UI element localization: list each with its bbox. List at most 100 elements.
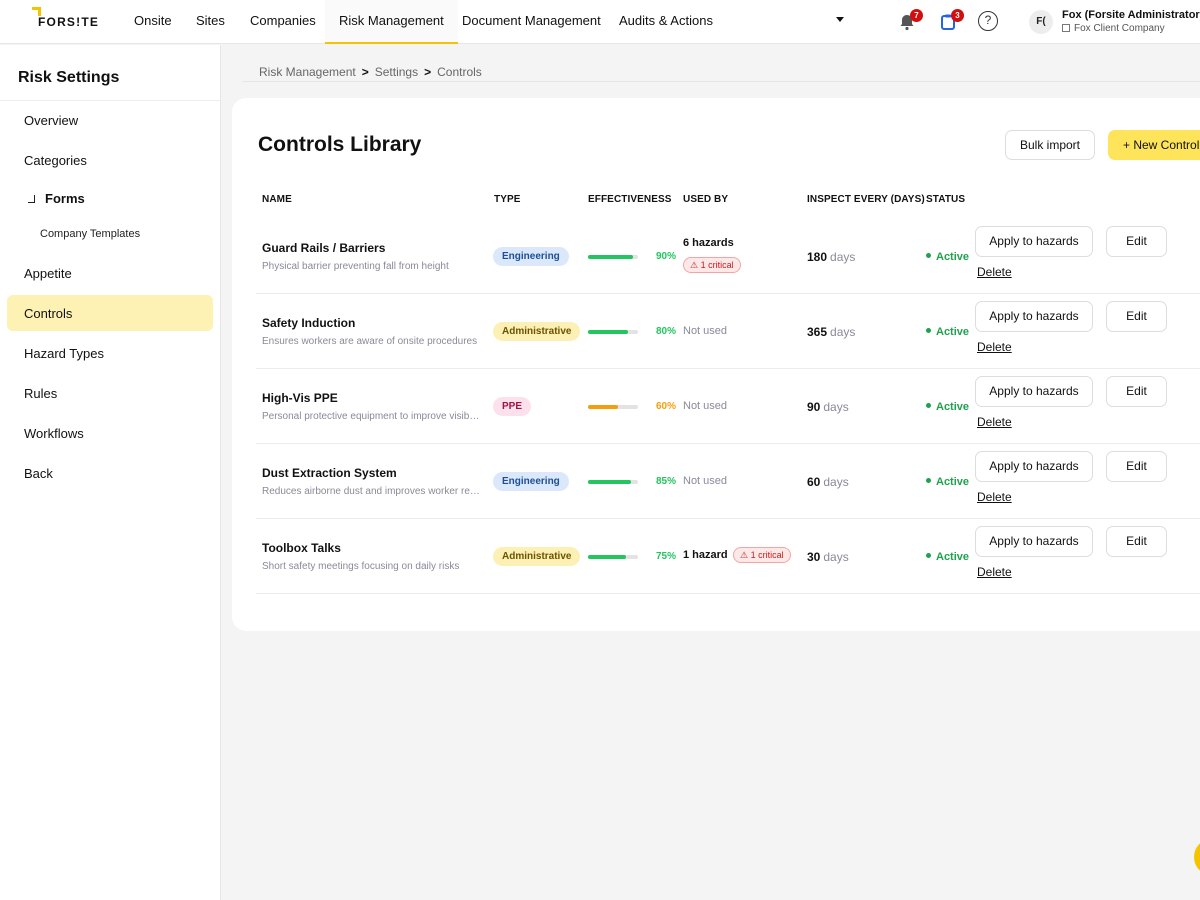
used-by-hazards-link[interactable]: 6 hazards xyxy=(683,237,734,249)
sidebar-item-forms[interactable]: Forms xyxy=(24,191,85,206)
status-dot-icon xyxy=(926,403,931,408)
apply-to-hazards-button[interactable]: Apply to hazards xyxy=(975,226,1093,257)
tree-branch-icon xyxy=(28,195,35,203)
top-nav: FORS!TE Onsite Sites Companies Risk Mana… xyxy=(0,0,1200,44)
apply-to-hazards-button[interactable]: Apply to hazards xyxy=(975,526,1093,557)
used-by-hazards-link[interactable]: 1 hazard xyxy=(683,549,728,561)
column-header-used-by[interactable]: USED BY xyxy=(683,194,728,205)
edit-button[interactable]: Edit xyxy=(1106,301,1167,332)
column-header-status[interactable]: STATUS xyxy=(926,194,965,205)
user-name[interactable]: Fox (Forsite Administrator) xyxy=(1062,9,1200,21)
control-description: Short safety meetings focusing on daily … xyxy=(262,561,460,572)
sidebar-item-back[interactable]: Back xyxy=(24,466,53,481)
control-name[interactable]: High-Vis PPE xyxy=(262,391,338,405)
nav-companies[interactable]: Companies xyxy=(250,0,316,44)
critical-badge: ⚠ 1 critical xyxy=(683,257,741,273)
delete-link[interactable]: Delete xyxy=(977,415,1012,429)
inspect-days: 365 days xyxy=(807,325,855,339)
site-dropdown-chevron-icon[interactable] xyxy=(836,17,844,22)
type-badge: Administrative xyxy=(493,322,581,341)
effectiveness-percent: 85% xyxy=(655,476,676,487)
critical-badge: ⚠ 1 critical xyxy=(733,547,791,563)
tasks-clipboard-icon[interactable]: 3 xyxy=(938,9,964,32)
type-badge: Engineering xyxy=(493,247,569,266)
delete-link[interactable]: Delete xyxy=(977,565,1012,579)
forsite-logo[interactable]: FORS!TE xyxy=(32,7,100,29)
logo-text: FORS!TE xyxy=(38,15,100,29)
warning-icon: ⚠ xyxy=(690,260,701,270)
nav-risk-management[interactable]: Risk Management xyxy=(325,0,458,44)
sidebar-item-workflows[interactable]: Workflows xyxy=(24,426,84,441)
control-description: Physical barrier preventing fall from he… xyxy=(262,261,449,272)
used-by-value: Not used xyxy=(683,325,728,337)
effectiveness-bar-fill xyxy=(588,405,618,409)
nav-onsite[interactable]: Onsite xyxy=(134,0,172,44)
effectiveness-percent: 90% xyxy=(655,251,676,262)
nav-audits-actions[interactable]: Audits & Actions xyxy=(619,0,713,44)
apply-to-hazards-button[interactable]: Apply to hazards xyxy=(975,376,1093,407)
column-header-effectiveness[interactable]: EFFECTIVENESS xyxy=(588,194,672,205)
sidebar-item-forms-label: Forms xyxy=(45,191,85,206)
edit-button[interactable]: Edit xyxy=(1106,226,1167,257)
help-chat-launcher-icon[interactable] xyxy=(1194,840,1200,874)
breadcrumb-settings[interactable]: Settings xyxy=(375,65,418,79)
edit-button[interactable]: Edit xyxy=(1106,451,1167,482)
effectiveness-bar xyxy=(588,405,638,409)
apply-to-hazards-button[interactable]: Apply to hazards xyxy=(975,301,1093,332)
notifications-bell-icon[interactable]: 7 xyxy=(897,9,923,32)
delete-link[interactable]: Delete xyxy=(977,265,1012,279)
sidebar-item-company-templates[interactable]: Company Templates xyxy=(40,228,140,240)
avatar[interactable]: F( xyxy=(1029,10,1053,34)
apply-to-hazards-button[interactable]: Apply to hazards xyxy=(975,451,1093,482)
company-home-icon xyxy=(1062,24,1070,32)
inspect-days: 30 days xyxy=(807,550,849,564)
control-name[interactable]: Toolbox Talks xyxy=(262,541,341,555)
inspect-days-value: 30 xyxy=(807,550,821,564)
sidebar-item-hazard-types[interactable]: Hazard Types xyxy=(24,346,104,361)
breadcrumb-risk-management[interactable]: Risk Management xyxy=(259,65,356,79)
effectiveness-percent: 75% xyxy=(655,551,676,562)
bulk-import-button[interactable]: Bulk import xyxy=(1005,130,1095,160)
column-header-name[interactable]: NAME xyxy=(262,194,292,205)
effectiveness-bar xyxy=(588,330,638,334)
used-by-value: Not used xyxy=(683,475,728,487)
status-label: Active xyxy=(936,326,970,338)
edit-button[interactable]: Edit xyxy=(1106,526,1167,557)
sidebar-item-controls[interactable]: Controls xyxy=(24,306,72,321)
edit-button[interactable]: Edit xyxy=(1106,376,1167,407)
effectiveness-percent: 80% xyxy=(655,326,676,337)
page-title: Controls Library xyxy=(258,133,422,156)
delete-link[interactable]: Delete xyxy=(977,340,1012,354)
inspect-days-value: 90 xyxy=(807,400,821,414)
table-row: Guard Rails / Barriers Physical barrier … xyxy=(256,219,1200,294)
inspect-days-unit: days xyxy=(823,400,849,414)
effectiveness-bar-fill xyxy=(588,480,631,484)
delete-link[interactable]: Delete xyxy=(977,490,1012,504)
control-name[interactable]: Dust Extraction System xyxy=(262,466,397,480)
status-dot-icon xyxy=(926,328,931,333)
sidebar-item-appetite[interactable]: Appetite xyxy=(24,266,72,281)
control-name[interactable]: Safety Induction xyxy=(262,316,355,330)
help-icon[interactable]: ? xyxy=(978,11,998,31)
new-control-button[interactable]: + New Control xyxy=(1108,130,1200,160)
column-header-type[interactable]: TYPE xyxy=(494,194,521,205)
breadcrumb-separator-icon: > xyxy=(424,65,432,79)
sidebar-item-overview[interactable]: Overview xyxy=(24,113,78,128)
nav-document-management[interactable]: Document Management xyxy=(462,0,601,44)
inspect-days-unit: days xyxy=(823,475,849,489)
status-dot-icon xyxy=(926,478,931,483)
sidebar-item-rules[interactable]: Rules xyxy=(24,386,57,401)
table-row: Dust Extraction System Reduces airborne … xyxy=(256,444,1200,519)
user-company-label: Fox Client Company xyxy=(1074,23,1165,34)
warning-icon: ⚠ xyxy=(740,550,751,560)
column-header-inspect-every[interactable]: INSPECT EVERY (DAYS) xyxy=(807,194,925,205)
used-by-value: Not used xyxy=(683,400,728,412)
nav-sites[interactable]: Sites xyxy=(196,0,225,44)
breadcrumb-separator-icon: > xyxy=(361,65,369,79)
sidebar-item-categories[interactable]: Categories xyxy=(24,153,87,168)
type-badge: PPE xyxy=(493,397,532,416)
inspect-days: 90 days xyxy=(807,400,849,414)
breadcrumb-divider xyxy=(242,81,1200,82)
control-name[interactable]: Guard Rails / Barriers xyxy=(262,241,385,255)
tasks-count-badge: 3 xyxy=(951,9,964,22)
